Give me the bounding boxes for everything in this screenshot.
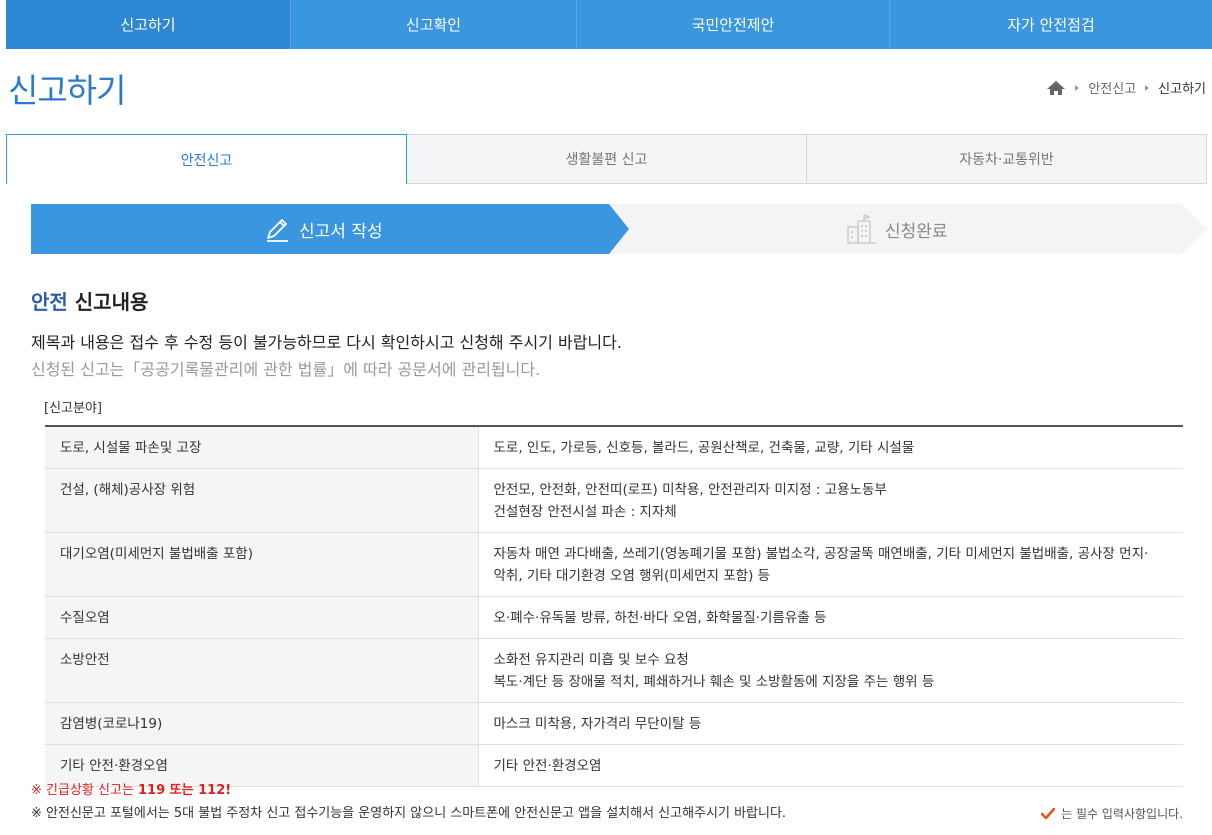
category-name: 감염병(코로나19) — [45, 702, 479, 745]
report-type-tabs: 안전신고 생활불편 신고 자동차·교통위반 — [6, 134, 1207, 184]
category-description: 소화전 유지관리 미흡 및 보수 요청복도·계단 등 장애물 적치, 폐쇄하거나… — [478, 638, 1183, 703]
category-description: 오·폐수·유독물 방류, 하천·바다 오염, 화학물질·기름유출 등 — [478, 596, 1183, 639]
emergency-notice: ※ 긴급상황 신고는 119 또는 112! — [31, 779, 231, 798]
table-row: 도로, 시설물 파손및 고장 도로, 인도, 가로등, 신호등, 볼라드, 공원산… — [45, 426, 1183, 469]
table-row: 소방안전 소화전 유지관리 미흡 및 보수 요청 복도·계단 등 장애물 적치, 폐… — [45, 638, 1183, 703]
nav-item-safety-proposal[interactable]: 국민안전제안 — [577, 0, 890, 49]
breadcrumb: 안전신고 신고하기 — [1046, 78, 1206, 97]
breadcrumb-separator-icon — [1075, 84, 1080, 91]
table-row: 건설, (해체)공사장 위험 안전모, 안전화, 안전띠(로프) 미착용, 안전관… — [45, 468, 1183, 533]
category-name: 대기오염(미세먼지 불법배출 포함) — [45, 532, 479, 597]
emergency-prefix: ※ 긴급상황 신고는 — [31, 783, 139, 798]
required-field-note: 는 필수 입력사항입니다. — [1041, 805, 1183, 822]
top-navigation: 신고하기 신고확인 국민안전제안 자가 안전점검 — [6, 0, 1212, 49]
category-description-line: 자동차 매연 과다배출, 쓰레기(영농폐기물 포함) 불법소각, 공장굴뚝 매연… — [493, 546, 1149, 562]
required-note-text: 는 필수 입력사항입니다. — [1061, 807, 1183, 821]
category-description-line: 오·폐수·유독물 방류, 하천·바다 오염, 화학물질·기름유출 등 — [493, 610, 827, 626]
category-name: 건설, (해체)공사장 위험 — [45, 468, 479, 533]
category-description: 마스크 미착용, 자가격리 무단이탈 등 — [478, 702, 1183, 745]
category-description-line: 마스크 미착용, 자가격리 무단이탈 등 — [493, 716, 702, 732]
category-description-line: 도로, 인도, 가로등, 신호등, 볼라드, 공원산책로, 건축물, 교량, 기… — [493, 440, 915, 456]
nav-item-report[interactable]: 신고하기 — [6, 0, 291, 49]
category-name: 수질오염 — [45, 596, 479, 639]
category-description-line: 건설현장 안전시설 파손 : 지자체 — [493, 504, 677, 520]
table-row: 대기오염(미세먼지 불법배출 포함) 자동차 매연 과다배출, 쓰레기(영농폐기물… — [45, 532, 1183, 597]
building-icon — [847, 214, 876, 244]
category-description-line: 복도·계단 등 장애물 적치, 폐쇄하거나 훼손 및 소방활동에 지장을 주는 … — [493, 674, 935, 690]
category-description: 안전모, 안전화, 안전띠(로프) 미착용, 안전관리자 미지정 : 고용노동부… — [478, 468, 1183, 533]
nav-item-report-check[interactable]: 신고확인 — [291, 0, 577, 49]
category-name: 소방안전 — [45, 638, 479, 703]
footnote: ※ 안전신문고 포털에서는 5대 불법 주정차 신고 접수기능을 운영하지 않으… — [31, 806, 787, 821]
pencil-icon — [267, 219, 288, 242]
category-description-line: 기타 안전·환경오염 — [493, 758, 602, 774]
category-description-line: 악취, 기타 대기환경 오염 행위(미세먼지 포함) 등 — [493, 568, 771, 584]
tab-safety-report[interactable]: 안전신고 — [6, 134, 407, 184]
category-label: [신고분야] — [44, 401, 102, 416]
section-title: 안전 신고내용 — [31, 286, 148, 315]
tab-living-inconvenience[interactable]: 생활불편 신고 — [407, 134, 807, 184]
category-description-line: 소화전 유지관리 미흡 및 보수 요청 — [493, 652, 689, 668]
notice-records-law: 신청된 신고는「공공기록물관리에 관한 법률」에 따라 공문서에 관리됩니다. — [31, 360, 541, 379]
category-table: 도로, 시설물 파손및 고장 도로, 인도, 가로등, 신호등, 볼라드, 공원산… — [45, 425, 1183, 787]
breadcrumb-separator-icon — [1145, 84, 1150, 91]
breadcrumb-item-safety-report[interactable]: 안전신고 — [1088, 78, 1136, 97]
table-row: 수질오염 오·폐수·유독물 방류, 하천·바다 오염, 화학물질·기름유출 등 — [45, 596, 1183, 639]
tab-vehicle-traffic[interactable]: 자동차·교통위반 — [807, 134, 1207, 184]
breadcrumb-item-current: 신고하기 — [1158, 82, 1206, 97]
category-description: 도로, 인도, 가로등, 신호등, 볼라드, 공원산책로, 건축물, 교량, 기… — [478, 426, 1183, 469]
notice-edit-warning: 제목과 내용은 접수 후 수정 등이 불가능하므로 다시 확인하시고 신청해 주… — [31, 333, 622, 352]
progress-steps: 신고서 작성 신청완료 — [31, 204, 1207, 254]
page-title: 신고하기 — [8, 71, 126, 110]
section-title-rest: 신고내용 — [67, 290, 149, 314]
nav-item-self-inspection[interactable]: 자가 안전점검 — [890, 0, 1212, 49]
table-row: 감염병(코로나19) 마스크 미착용, 자가격리 무단이탈 등 — [45, 702, 1183, 745]
step-write-report: 신고서 작성 — [263, 204, 383, 254]
step-label: 신청완료 — [885, 221, 948, 242]
home-icon[interactable] — [1046, 80, 1066, 96]
step-label: 신고서 작성 — [299, 221, 383, 242]
step-complete: 신청완료 — [845, 204, 948, 254]
check-icon — [1041, 807, 1056, 819]
category-description-line: 안전모, 안전화, 안전띠(로프) 미착용, 안전관리자 미지정 : 고용노동부 — [493, 482, 887, 498]
emergency-numbers: 119 또는 112! — [138, 783, 232, 798]
section-title-highlight: 안전 — [31, 290, 68, 314]
category-name: 도로, 시설물 파손및 고장 — [45, 426, 479, 469]
category-description: 자동차 매연 과다배출, 쓰레기(영농폐기물 포함) 불법소각, 공장굴뚝 매연… — [478, 532, 1183, 597]
category-description: 기타 안전·환경오염 — [478, 744, 1183, 787]
